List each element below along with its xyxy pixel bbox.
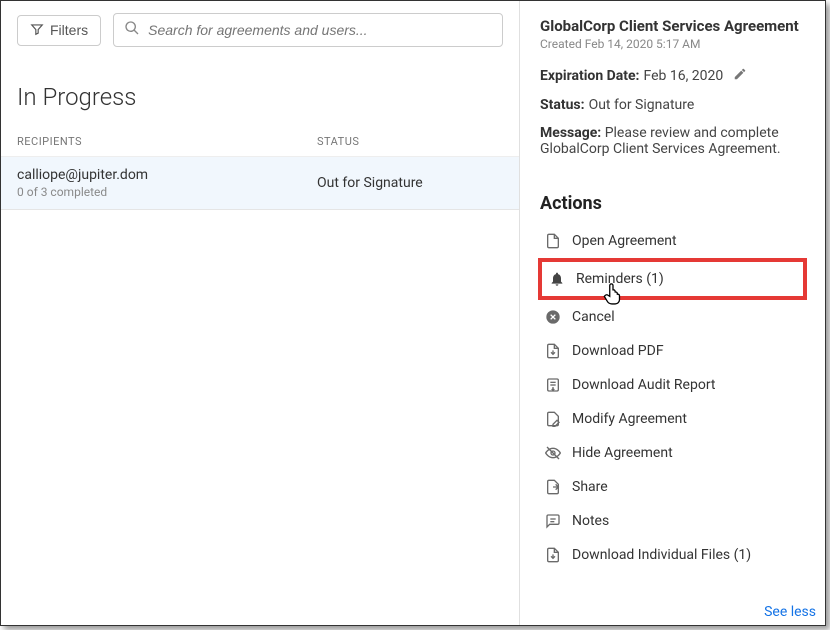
action-label: Hide Agreement [572,445,673,461]
message-label: Message: [540,125,601,141]
recipient-email: calliope@jupiter.dom [17,167,317,183]
action-label: Open Agreement [572,233,677,249]
action-label: Notes [572,513,609,529]
download-report-icon [544,376,562,394]
row-status: Out for Signature [317,175,503,191]
filters-button[interactable]: Filters [17,15,101,46]
filters-label: Filters [50,22,88,38]
action-notes[interactable]: Notes [540,506,805,536]
action-label: Download Individual Files (1) [572,547,751,563]
search-input[interactable] [148,22,492,38]
action-modify[interactable]: Modify Agreement [540,404,805,434]
bell-icon [548,270,566,288]
edit-expiration-icon[interactable] [733,67,747,85]
recipient-sub: 0 of 3 completed [17,185,317,199]
share-icon [544,478,562,496]
action-label: Share [572,479,608,495]
action-label: Modify Agreement [572,411,687,427]
page-title: GlobalCorp Client Services Agreement [540,17,805,35]
action-label: Cancel [572,309,615,325]
action-reminders[interactable]: Reminders (1) [540,260,805,298]
see-less-link[interactable]: See less [764,604,816,620]
created-text: Created Feb 14, 2020 5:17 AM [540,37,805,51]
action-label: Reminders (1) [576,271,664,287]
action-share[interactable]: Share [540,472,805,502]
filter-icon [30,22,44,39]
download-pdf-icon [544,342,562,360]
action-download-individual[interactable]: Download Individual Files (1) [540,540,805,570]
section-title: In Progress [1,59,519,135]
search-box[interactable] [113,13,503,47]
action-hide[interactable]: Hide Agreement [540,438,805,468]
expiration-value: Feb 16, 2020 [643,68,723,84]
cancel-icon [544,308,562,326]
search-icon [124,20,140,40]
status-label: Status: [540,97,585,113]
actions-title: Actions [540,193,805,214]
col-status: STATUS [317,135,503,148]
notes-icon [544,512,562,530]
expiration-label: Expiration Date: [540,68,639,84]
edit-icon [544,410,562,428]
status-value: Out for Signature [589,97,695,113]
action-cancel[interactable]: Cancel [540,302,805,332]
action-open-agreement[interactable]: Open Agreement [540,226,805,256]
action-download-audit[interactable]: Download Audit Report [540,370,805,400]
list-header: RECIPIENTS STATUS [1,135,519,157]
action-download-pdf[interactable]: Download PDF [540,336,805,366]
col-recipients: RECIPIENTS [17,135,317,148]
document-icon [544,232,562,250]
table-row[interactable]: calliope@jupiter.dom 0 of 3 completed Ou… [1,157,519,210]
action-label: Download PDF [572,343,664,359]
download-files-icon [544,546,562,564]
hide-icon [544,444,562,462]
action-label: Download Audit Report [572,377,716,393]
action-list: Open Agreement Reminders (1) Cancel [540,226,805,570]
